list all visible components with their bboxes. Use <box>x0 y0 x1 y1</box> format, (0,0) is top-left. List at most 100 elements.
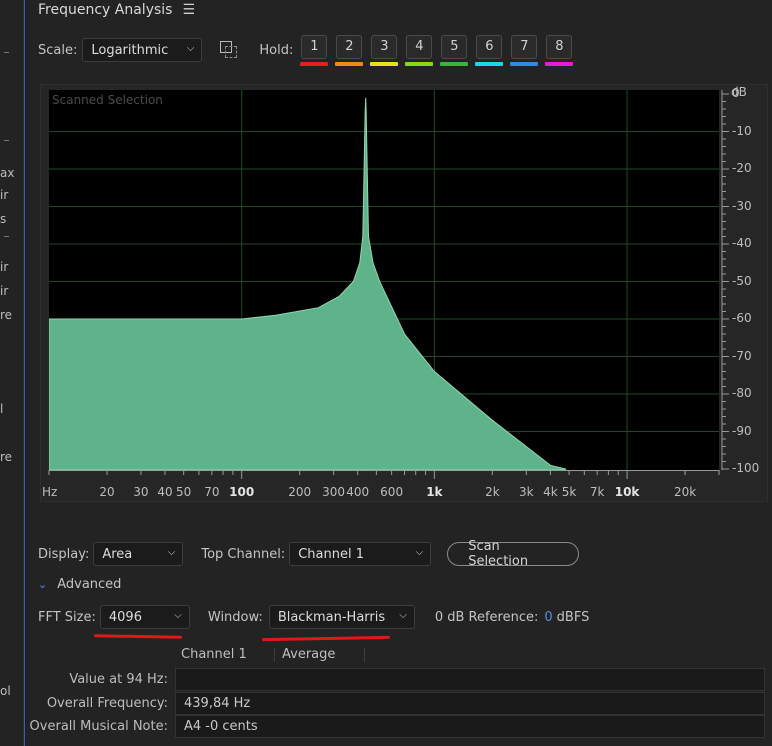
window-value: Blackman-Harris <box>277 609 386 625</box>
display-row: Display: Area ⌵ Top Channel: Channel 1 ⌵… <box>38 539 580 569</box>
frequency-tick-label: 5k <box>561 485 577 499</box>
scale-dropdown[interactable]: Logarithmic ⌵ <box>82 38 203 62</box>
hold-button[interactable]: 5 <box>441 34 468 59</box>
column-channel-1: Channel 1 <box>181 647 247 662</box>
fft-size-dropdown[interactable]: 4096 ⌵ <box>99 605 190 629</box>
window-label: Window: <box>207 609 263 625</box>
hold-2[interactable]: 2 <box>335 34 364 66</box>
row-value: 439,84 Hz <box>175 692 765 715</box>
hold-color-bar <box>440 61 469 66</box>
advanced-toggle[interactable]: ⌄ Advanced <box>38 575 121 593</box>
left-tick <box>4 236 9 237</box>
spectrum-plot-frame: Scanned Selection dB 0 -10 -20 -30 -40 -50 -60… <box>40 84 768 502</box>
frequency-tick-label: 200 <box>288 485 312 499</box>
db-tick-label: -20 <box>732 161 752 175</box>
frequency-tick-label: 3k <box>519 485 534 499</box>
frequency-tick-label: 400 <box>346 485 370 499</box>
frequency-tick-label: 30 <box>133 485 149 499</box>
db-tick-label: -80 <box>732 386 752 400</box>
hold-button[interactable]: 1 <box>301 34 328 59</box>
left-fragment: ax <box>0 166 15 180</box>
db-tick-label: -70 <box>732 348 752 363</box>
marquee-selection-icon[interactable] <box>220 41 238 59</box>
hold-button[interactable]: 8 <box>546 34 573 59</box>
chevron-down-icon: ⌵ <box>399 610 407 621</box>
hold-color-bar <box>300 61 329 66</box>
scale-label: Scale: <box>38 42 78 58</box>
row-value: A4 -0 cents <box>175 715 765 738</box>
left-fragment: ir <box>0 260 9 274</box>
db-tick-label: -50 <box>732 273 752 288</box>
hamburger-menu-icon[interactable]: ☰ <box>182 2 195 18</box>
fft-size-label: FFT Size: <box>38 609 96 625</box>
db-reference-unit: dBFS <box>556 609 590 625</box>
hold-button[interactable]: 6 <box>476 34 503 59</box>
left-tick <box>4 52 9 53</box>
db-reference-value[interactable]: 0 <box>544 610 552 625</box>
hold-button[interactable]: 2 <box>336 34 363 59</box>
hold-buttons: 1 2 3 4 5 6 7 8 <box>300 34 574 66</box>
hold-color-bar <box>510 61 539 66</box>
panel-title: Frequency Analysis <box>38 2 173 18</box>
frequency-tick-label: 1k <box>426 485 443 499</box>
db-tick-label: -90 <box>732 423 752 438</box>
db-tick-label: -60 <box>732 311 752 325</box>
frequency-tick-label: 600 <box>380 485 404 499</box>
left-fragment: l <box>0 402 4 416</box>
frequency-tick-label: 40 <box>157 485 173 499</box>
top-channel-label: Top Channel: <box>201 546 286 562</box>
advanced-settings-row: FFT Size: 4096 ⌵ Window: Blackman-Harris… <box>38 604 589 630</box>
db-reference-label: 0 dB Reference: <box>434 609 539 625</box>
hold-6[interactable]: 6 <box>475 34 504 66</box>
spectrum-plot[interactable]: Scanned Selection <box>49 90 719 470</box>
frequency-tick-label: 4k <box>543 485 558 499</box>
frequency-analysis-panel: Frequency Analysis ☰ Scale: Logarithmic … <box>26 0 772 746</box>
hold-5[interactable]: 5 <box>440 34 469 66</box>
hold-4[interactable]: 4 <box>405 34 434 66</box>
left-fragment: re <box>0 308 13 322</box>
hold-button[interactable]: 7 <box>511 34 538 59</box>
left-fragment: re <box>0 450 13 464</box>
hold-8[interactable]: 8 <box>545 34 574 66</box>
spectrum-svg <box>49 90 719 470</box>
frequency-tick-label: 10k <box>614 485 640 499</box>
hold-button[interactable]: 3 <box>371 34 398 59</box>
column-separator <box>364 648 365 662</box>
spectrum-area <box>49 97 567 470</box>
chevron-down-icon: ⌄ <box>38 577 48 591</box>
table-row: Overall Musical Note: A4 -0 cents <box>26 715 772 738</box>
window-dropdown[interactable]: Blackman-Harris ⌵ <box>268 605 415 629</box>
column-separator <box>274 648 275 662</box>
db-tick-label: 0 <box>732 86 740 100</box>
chevron-down-icon: ⌵ <box>186 43 195 54</box>
frequency-axis-ticks <box>48 470 720 479</box>
panel-header: Frequency Analysis ☰ <box>38 0 195 20</box>
frequency-tick-label: 7k <box>589 485 605 499</box>
chevron-down-icon: ⌵ <box>415 547 424 558</box>
hold-button[interactable]: 4 <box>406 34 433 59</box>
hold-3[interactable]: 3 <box>370 34 399 66</box>
hold-color-bar <box>405 61 434 66</box>
left-panel-strip: ax ir s ir ir re l re ol <box>0 0 24 746</box>
db-tick-label: -40 <box>732 236 752 250</box>
top-channel-dropdown[interactable]: Channel 1 ⌵ <box>289 542 432 566</box>
panel-focus-border <box>24 0 25 746</box>
advanced-label: Advanced <box>57 576 122 592</box>
frequency-tick-label: 100 <box>229 485 255 499</box>
frequency-tick-label: 20 <box>99 485 115 499</box>
frequency-axis: Hz 20 30 40 50 70 100 200 300 400 600 1k 2k 3k 4k 5k 7k… <box>41 470 731 500</box>
frequency-tick-label: 50 <box>176 485 192 499</box>
left-fragment: ir <box>0 284 9 298</box>
hold-color-bar <box>475 61 504 66</box>
hold-color-bar <box>335 61 364 66</box>
hold-7[interactable]: 7 <box>510 34 539 66</box>
hold-1[interactable]: 1 <box>300 34 329 66</box>
results-table-header: Channel 1 Average <box>26 644 772 666</box>
scan-selection-button[interactable]: Scan Selection <box>447 539 580 569</box>
db-axis: dB 0 -10 -20 -30 -40 -50 -60 -70 -80 -90 -100 <box>719 85 769 503</box>
display-dropdown[interactable]: Area ⌵ <box>93 542 184 566</box>
column-average: Average <box>282 647 336 662</box>
frequency-tick-label: 300 <box>322 485 346 499</box>
frequency-tick-label: 70 <box>204 485 220 499</box>
db-tick-label: -30 <box>732 198 752 213</box>
